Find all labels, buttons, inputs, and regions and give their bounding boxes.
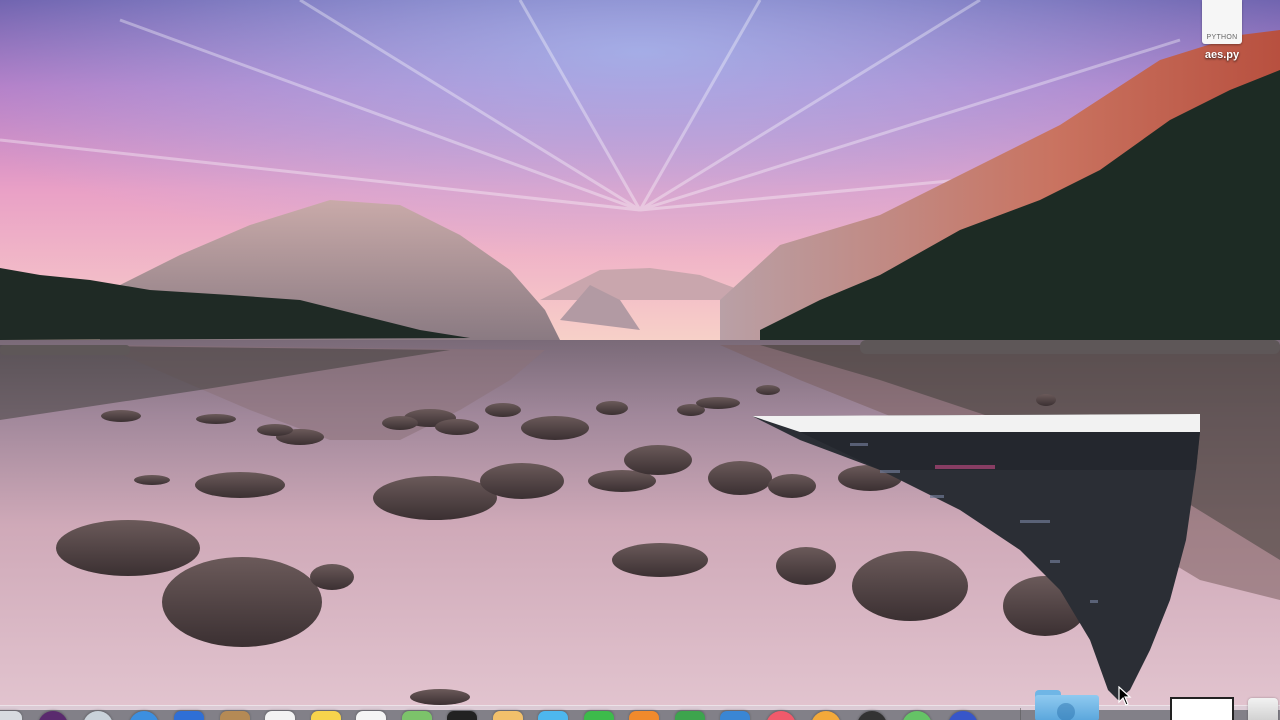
ibooks-store-icon[interactable] — [811, 711, 841, 720]
app-store-icon[interactable] — [902, 711, 932, 720]
downloads-folder-icon[interactable] — [1035, 690, 1099, 720]
activity-monitor-icon[interactable] — [856, 711, 887, 720]
trash-icon[interactable] — [1248, 698, 1278, 720]
facetime-icon[interactable] — [583, 711, 614, 720]
calendar-icon[interactable] — [265, 711, 295, 720]
system-preferences-icon[interactable] — [947, 711, 978, 720]
python-file-icon[interactable]: PYTHON aes.py — [1196, 0, 1248, 61]
maps-icon[interactable] — [401, 711, 432, 720]
safari-icon[interactable] — [128, 711, 159, 720]
document-icon: PYTHON — [1202, 0, 1242, 44]
messages-icon[interactable] — [538, 711, 568, 720]
contacts-icon[interactable] — [219, 711, 250, 720]
file-name-label: aes.py — [1204, 49, 1240, 61]
itunes-icon[interactable] — [765, 711, 796, 720]
mouse-cursor — [1118, 686, 1132, 706]
notes-icon[interactable] — [310, 711, 341, 720]
siri-icon[interactable] — [37, 711, 68, 720]
reminders-icon[interactable] — [356, 711, 386, 720]
dock-separator — [1020, 708, 1021, 720]
mail-icon[interactable] — [174, 711, 204, 720]
folder-badge — [1057, 703, 1075, 720]
launchpad-icon[interactable] — [83, 711, 113, 720]
numbers-icon[interactable] — [674, 711, 705, 720]
photos-icon[interactable] — [492, 711, 523, 720]
keynote-icon[interactable] — [720, 711, 750, 720]
file-kind-label: PYTHON — [1206, 34, 1238, 41]
finder-icon[interactable] — [0, 711, 22, 720]
terminal-icon[interactable] — [447, 711, 477, 720]
wallpaper — [0, 0, 1280, 710]
minimized-window-thumbnail[interactable] — [1170, 697, 1234, 720]
ibooks-icon[interactable] — [629, 711, 659, 720]
desktop: PYTHON aes.py — [0, 0, 1280, 720]
